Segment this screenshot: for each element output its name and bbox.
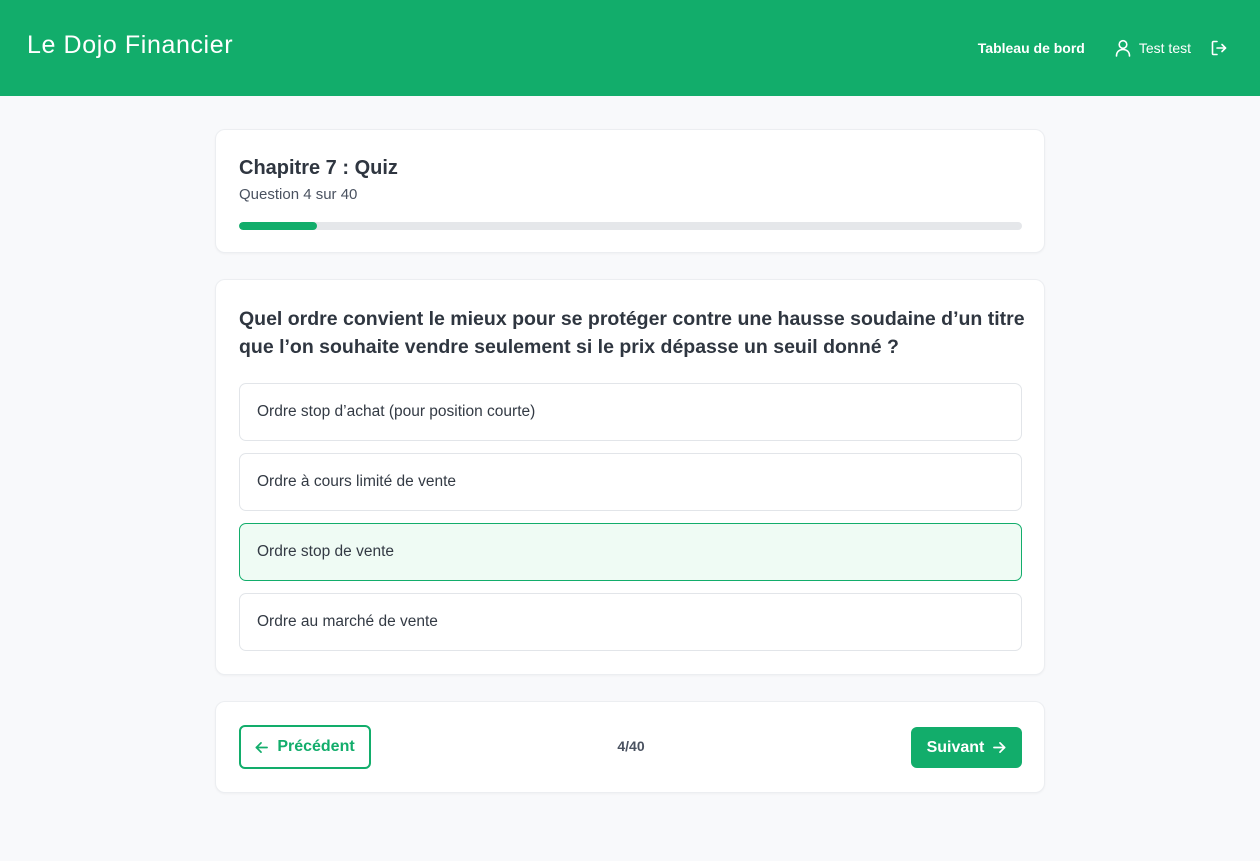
top-nav: Tableau de bord Test test [978, 37, 1227, 59]
next-button[interactable]: Suivant [911, 727, 1022, 768]
next-button-label: Suivant [926, 738, 985, 756]
question-text: Quel ordre convient le mieux pour se pro… [239, 308, 1025, 358]
progress-bar-fill [239, 222, 318, 230]
answer-option[interactable]: Ordre stop d’achat (pour position courte… [239, 383, 1022, 441]
question-progress-label: Question 4 sur 40 [239, 186, 358, 203]
nav-dashboard-link[interactable]: Tableau de bord [978, 40, 1085, 56]
answer-option-label: Ordre stop d’achat (pour position courte… [257, 403, 536, 420]
user-menu[interactable]: Test test [1115, 39, 1191, 57]
answer-option-label: Ordre stop de vente [257, 543, 394, 560]
answer-option[interactable]: Ordre stop de vente [239, 523, 1022, 581]
user-icon [1115, 39, 1131, 57]
brand-logo[interactable]: Le Dojo Financier [27, 31, 233, 60]
answer-option[interactable]: Ordre à cours limité de vente [239, 453, 1022, 511]
quiz-title: Chapitre 7 : Quiz [239, 157, 398, 179]
logout-icon [1211, 40, 1227, 56]
user-name: Test test [1138, 40, 1191, 56]
top-navbar: Le Dojo Financier Tableau de bord Test t… [0, 0, 1260, 96]
quiz-navigation-card: Précédent 4/40 Suivant [215, 701, 1045, 793]
arrow-right-icon [993, 742, 1006, 753]
answer-option-label: Ordre à cours limité de vente [257, 473, 457, 490]
answer-option-label: Ordre au marché de vente [257, 613, 438, 630]
progress-bar [239, 222, 1022, 230]
question-card: Quel ordre convient le mieux pour se pro… [215, 279, 1045, 675]
answer-options: Ordre stop d’achat (pour position courte… [239, 383, 1022, 663]
answer-option[interactable]: Ordre au marché de vente [239, 593, 1022, 651]
logout-button[interactable] [1211, 40, 1227, 56]
quiz-header-card: Chapitre 7 : Quiz Question 4 sur 40 [215, 129, 1045, 253]
